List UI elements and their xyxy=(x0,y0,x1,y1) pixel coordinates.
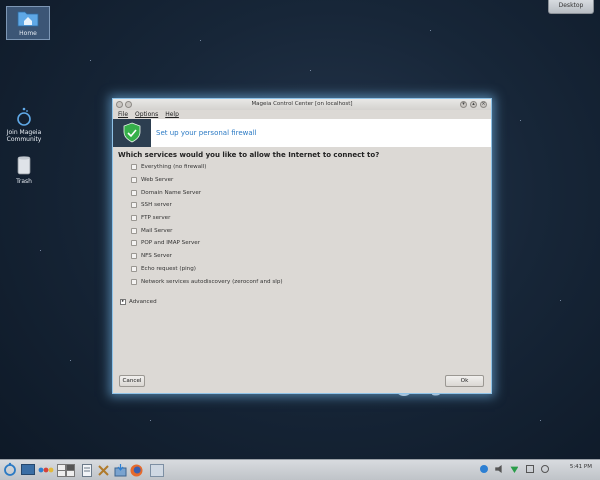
service-label: Web Server xyxy=(141,177,174,184)
control-center-launcher[interactable] xyxy=(97,464,110,479)
network-icon[interactable] xyxy=(510,466,519,473)
volume-icon[interactable] xyxy=(495,465,502,473)
pager-widget[interactable] xyxy=(57,464,75,479)
ok-button[interactable]: Ok xyxy=(445,375,484,387)
window-menu-icon[interactable] xyxy=(116,101,123,108)
service-label: Network services autodiscovery (zeroconf… xyxy=(141,278,283,285)
tools-icon xyxy=(98,465,109,476)
service-option[interactable]: Network services autodiscovery (zeroconf… xyxy=(131,275,283,288)
service-option[interactable]: Domain Name Server xyxy=(131,186,283,199)
activities-button[interactable] xyxy=(38,467,54,475)
checkbox[interactable] xyxy=(131,189,137,196)
service-label: SSH server xyxy=(141,202,172,209)
header-banner: Set up your personal firewall xyxy=(113,119,491,147)
desktop-icon-home[interactable]: Home xyxy=(6,6,50,40)
checkbox[interactable] xyxy=(131,240,137,247)
activities-icon xyxy=(38,467,54,473)
updates-icon[interactable] xyxy=(540,465,549,473)
service-option[interactable]: Echo request (ping) xyxy=(131,263,283,276)
service-label: FTP server xyxy=(141,215,171,222)
service-label: Domain Name Server xyxy=(141,189,202,196)
desktop-icon-trash[interactable]: Trash xyxy=(2,155,46,185)
services-list: Everything (no firewall) Web Server Doma… xyxy=(131,161,283,288)
show-desktop-button[interactable] xyxy=(21,464,35,477)
file-manager-launcher[interactable] xyxy=(82,464,92,479)
banner-title: Set up your personal firewall xyxy=(156,129,257,137)
service-option[interactable]: Web Server xyxy=(131,174,283,187)
shield-check-icon xyxy=(123,122,141,143)
menu-help[interactable]: Help xyxy=(165,110,179,119)
close-icon[interactable]: × xyxy=(480,101,487,108)
firefox-icon xyxy=(130,464,143,477)
banner-logo xyxy=(113,119,151,147)
checkbox[interactable] xyxy=(131,215,137,222)
pager-icon xyxy=(57,464,75,477)
advanced-label: Advanced xyxy=(129,299,157,305)
checkbox[interactable] xyxy=(131,164,137,171)
info-icon[interactable] xyxy=(480,465,488,473)
installer-launcher[interactable] xyxy=(114,464,127,479)
checkbox[interactable] xyxy=(131,278,137,285)
service-label: Everything (no firewall) xyxy=(141,164,207,171)
service-option[interactable]: Everything (no firewall) xyxy=(131,161,283,174)
pin-icon[interactable] xyxy=(125,101,132,108)
launcher-icon xyxy=(4,462,16,476)
window-task-icon xyxy=(150,464,164,477)
trash-icon xyxy=(17,156,31,175)
expand-arrow-icon: ▸ xyxy=(120,299,126,305)
home-folder-icon xyxy=(17,11,39,27)
application-launcher[interactable] xyxy=(3,462,17,478)
firefox-launcher[interactable] xyxy=(130,464,143,479)
package-icon xyxy=(114,464,127,477)
system-tray xyxy=(480,465,549,475)
menubar: File Options Help xyxy=(113,110,491,119)
window-titlebar[interactable]: Mageia Control Center [on localhost] ▾ ▴… xyxy=(113,99,491,110)
desktop-icon-label: Join Mageia Community xyxy=(6,129,42,143)
desktop-icon-label: Home xyxy=(19,30,37,37)
checkbox[interactable] xyxy=(131,253,137,260)
advanced-expander[interactable]: ▸ Advanced xyxy=(120,299,157,305)
service-label: POP and IMAP Server xyxy=(141,240,201,247)
clipboard-icon[interactable] xyxy=(525,465,534,473)
services-question: Which services would you like to allow t… xyxy=(118,151,380,159)
maximize-icon[interactable]: ▴ xyxy=(470,101,477,108)
desktop-icon-community[interactable]: Join Mageia Community xyxy=(2,106,46,143)
mageia-logo-icon xyxy=(17,107,31,126)
menu-file[interactable]: File xyxy=(118,110,128,119)
clock[interactable]: 5:41 PM xyxy=(570,464,592,470)
service-option[interactable]: Mail Server xyxy=(131,224,283,237)
checkbox[interactable] xyxy=(131,227,137,234)
service-label: NFS Server xyxy=(141,253,172,260)
desktop-icon-label: Trash xyxy=(16,178,32,185)
firewall-window: Mageia Control Center [on localhost] ▾ ▴… xyxy=(112,98,492,394)
checkbox[interactable] xyxy=(131,177,137,184)
minimize-icon[interactable]: ▾ xyxy=(460,101,467,108)
taskbar: 5:41 PM xyxy=(0,459,600,480)
checkbox[interactable] xyxy=(131,265,137,272)
service-option[interactable]: SSH server xyxy=(131,199,283,212)
file-manager-icon xyxy=(82,464,92,477)
checkbox[interactable] xyxy=(131,202,137,209)
menu-options[interactable]: Options xyxy=(135,110,158,119)
service-label: Echo request (ping) xyxy=(141,265,196,272)
desktop-toolbox-button[interactable]: Desktop xyxy=(548,0,594,14)
service-label: Mail Server xyxy=(141,227,173,234)
taskbar-window-firewall[interactable] xyxy=(150,464,164,479)
service-option[interactable]: NFS Server xyxy=(131,250,283,263)
cancel-button[interactable]: Cancel xyxy=(119,375,145,387)
service-option[interactable]: POP and IMAP Server xyxy=(131,237,283,250)
desktop-icon xyxy=(21,464,35,475)
window-title: Mageia Control Center [on localhost] xyxy=(251,101,353,107)
service-option[interactable]: FTP server xyxy=(131,212,283,225)
